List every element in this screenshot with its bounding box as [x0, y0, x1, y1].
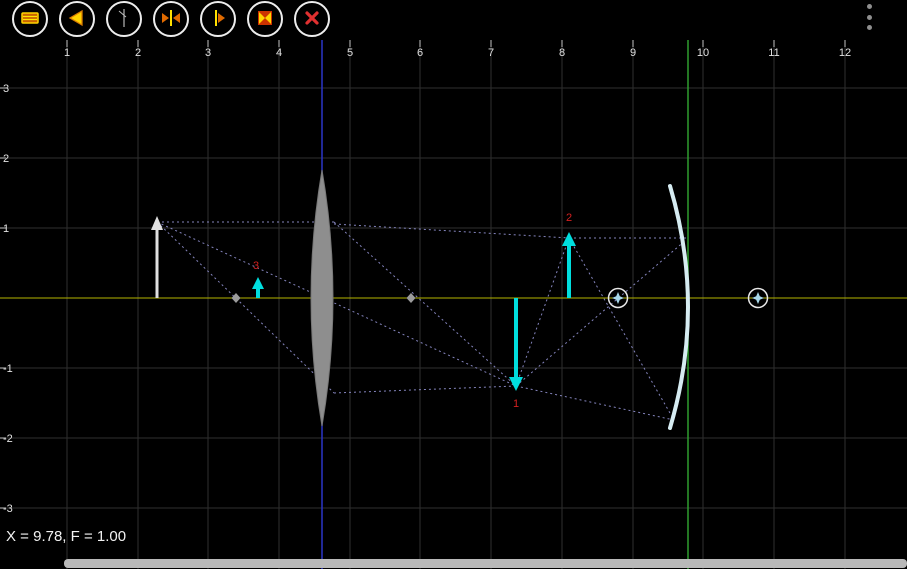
ray-box-icon [20, 8, 40, 31]
plano-convex-lens-icon [208, 8, 228, 31]
plano-convex-lens-button[interactable] [200, 1, 236, 37]
y-axis-label: -2 [3, 433, 13, 445]
status-readout: X = 9.78, F = 1.00 [6, 528, 126, 545]
image-2-arrow[interactable] [562, 232, 576, 298]
concave-mirror[interactable] [670, 186, 688, 428]
x-axis-label: 10 [697, 47, 709, 59]
ray-box-button[interactable] [12, 1, 48, 37]
x-axis-label: 7 [488, 47, 494, 59]
y-axis-label: -3 [3, 503, 13, 515]
x-axis-label: 1 [64, 47, 70, 59]
x-axis-label: 12 [839, 47, 851, 59]
y-axis-label: -1 [3, 363, 13, 375]
x-axis-label: 6 [417, 47, 423, 59]
delete-button[interactable] [294, 1, 330, 37]
x-axis-label: 4 [276, 47, 282, 59]
curved-mirror-button[interactable] [247, 1, 283, 37]
image-1-label: 1 [513, 398, 519, 410]
image-3-label: 3 [253, 260, 259, 272]
x-axis-label: 3 [205, 47, 211, 59]
optics-canvas[interactable]: 1 2 3 4 5 6 7 8 9 10 11 12 3 2 1 -1 -2 -… [0, 0, 907, 569]
converging-lens[interactable] [311, 170, 333, 426]
circular-glass-button[interactable] [106, 1, 142, 37]
grid-vertical-lines [67, 40, 845, 569]
y-axis-label: 2 [3, 153, 9, 165]
x-axis-label: 9 [630, 47, 636, 59]
y-axis-label: 1 [3, 223, 9, 235]
y-axis-label: 3 [3, 83, 9, 95]
focal-point-marker[interactable] [232, 293, 241, 303]
object-arrow[interactable] [151, 216, 163, 298]
overflow-menu-icon[interactable] [863, 4, 875, 30]
image-2-label: 2 [566, 212, 572, 224]
focal-point-marker[interactable] [407, 293, 416, 303]
y-axis-labels: 3 2 1 -1 -2 -3 [3, 83, 13, 515]
curved-mirror-icon [255, 8, 275, 31]
ray-traces [157, 222, 686, 420]
x-axis-label: 2 [135, 47, 141, 59]
delete-icon [302, 8, 322, 31]
x-axis-label: 11 [768, 47, 779, 59]
image-1-arrow[interactable] [509, 298, 523, 391]
prism-button[interactable] [59, 1, 95, 37]
horizontal-scrollbar[interactable] [64, 559, 907, 568]
biconvex-lens-icon [160, 8, 182, 31]
x-axis-labels: 1 2 3 4 5 6 7 8 9 10 11 12 [64, 47, 851, 59]
image-3-arrow[interactable] [252, 277, 264, 298]
prism-icon [67, 8, 87, 31]
x-axis-label: 8 [559, 47, 565, 59]
x-axis-label: 5 [347, 47, 353, 59]
circular-glass-icon [114, 8, 134, 31]
biconvex-lens-button[interactable] [153, 1, 189, 37]
toolbar [12, 1, 330, 37]
